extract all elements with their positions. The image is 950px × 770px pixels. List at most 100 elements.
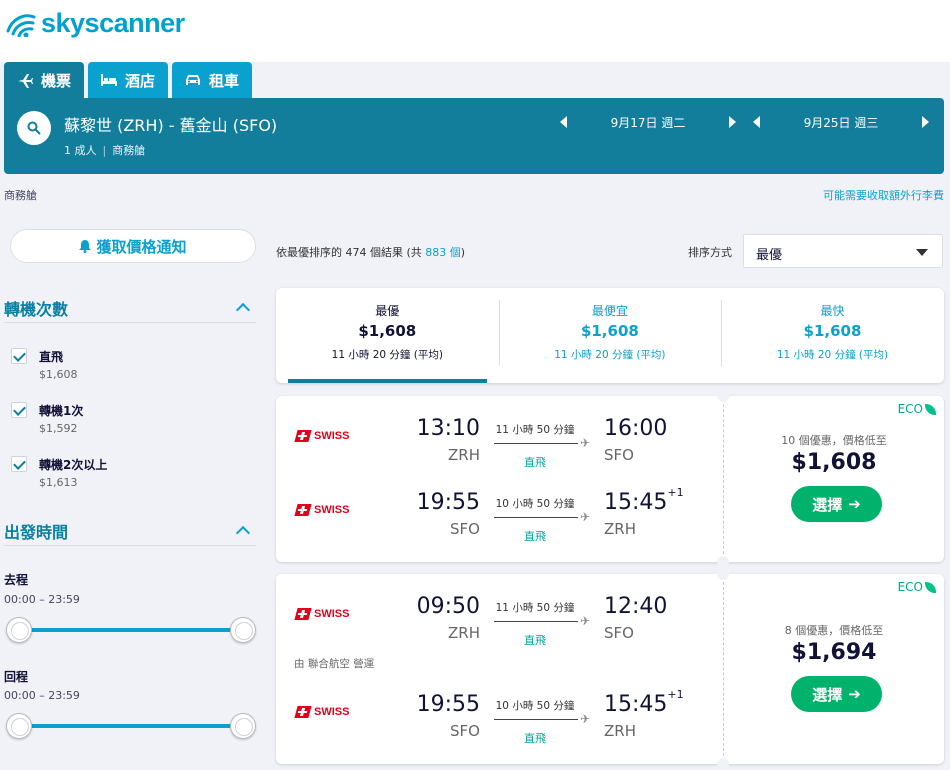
eco-label: ECO (897, 402, 923, 416)
return-next-arrow-icon[interactable] (921, 116, 929, 128)
return-time-slider[interactable] (6, 711, 256, 741)
return-prev-arrow-icon[interactable] (753, 116, 760, 128)
airline-logo: SWISS (294, 706, 350, 718)
slider-min-handle[interactable] (6, 617, 32, 643)
slider-min-handle[interactable] (6, 713, 32, 739)
passenger-cabin-info[interactable]: 1 成人 | 商務艙 (64, 142, 145, 158)
chevron-up-icon[interactable] (235, 525, 251, 541)
plane-icon: ✈ (580, 614, 591, 628)
stops-info: 直飛 (524, 732, 546, 745)
eco-badge: ECO (898, 402, 936, 416)
return-date[interactable]: 9月25日 週三 (804, 114, 879, 131)
sort-tab-price: $1,608 (580, 322, 639, 340)
bed-icon (101, 74, 118, 86)
stops-filter-title: 轉機次數 (4, 299, 69, 319)
flight-line (494, 719, 578, 720)
stop-price: $1,608 (39, 368, 78, 381)
product-tabs: 機票 酒店 租車 (4, 62, 256, 98)
tab-car-hire[interactable]: 租車 (172, 62, 253, 98)
departure-time: 19:55 (416, 692, 480, 717)
search-summary-bar: 蘇黎世 (ZRH) - 舊金山 (SFO) 1 成人 | 商務艙 9月17日 週二 … (4, 98, 944, 174)
sort-tab-price: $1,608 (358, 322, 417, 340)
search-button[interactable] (17, 111, 51, 145)
eco-badge: ECO (898, 580, 936, 594)
departure-time: 13:10 (416, 416, 480, 441)
swiss-flag-icon (294, 608, 312, 620)
operated-by-text: 由 聯合航空 營運 (294, 658, 375, 670)
departure-time: 09:50 (416, 594, 480, 619)
select-flight-button[interactable]: 選擇 ➔ (791, 486, 882, 522)
sort-tab-price: $1,608 (803, 322, 862, 340)
arrow-right-icon: ➔ (848, 685, 861, 703)
sort-tab-duration: 11 小時 20 分鐘 (平均) (554, 349, 666, 361)
flight-result-card[interactable]: SWISS 09:50 ZRH 11 小時 50 分鐘 ✈ 直飛 12:40 S… (276, 568, 944, 770)
skyscanner-logo[interactable]: skyscanner (4, 8, 185, 39)
outbound-time-slider[interactable] (6, 615, 256, 645)
sort-select[interactable]: 最優 (743, 234, 943, 268)
outbound-range: 00:00 – 23:59 (4, 593, 80, 606)
checkbox[interactable] (11, 402, 27, 418)
depart-date[interactable]: 9月17日 週二 (611, 114, 686, 131)
stop-label: 直飛 (39, 350, 64, 364)
select-label: 選擇 (812, 685, 843, 704)
day-offset: +1 (667, 486, 684, 499)
airline-name: SWISS (314, 706, 350, 718)
route-text[interactable]: 蘇黎世 (ZRH) - 舊金山 (SFO) (64, 112, 277, 136)
sort-tab-cheapest[interactable]: 最便宜 $1,608 11 小時 20 分鐘 (平均) (498, 288, 722, 383)
stop-label: 轉機1次 (39, 404, 84, 418)
tab-flights[interactable]: 機票 (4, 62, 85, 98)
brand-name: skyscanner (41, 8, 185, 38)
stop-price: $1,592 (39, 422, 78, 435)
select-label: 選擇 (812, 495, 843, 514)
depart-prev-arrow-icon[interactable] (560, 116, 567, 128)
price-alert-label: 獲取價格通知 (96, 237, 187, 256)
arrival-time: 12:40 (604, 594, 667, 619)
top-header: skyscanner (0, 0, 950, 62)
sort-tab-title: 最便宜 (591, 304, 628, 318)
flight-result-card[interactable]: SWISS 13:10 ZRH 11 小時 50 分鐘 ✈ 直飛 16:00 S… (276, 390, 944, 568)
leaf-icon (925, 581, 936, 593)
flight-duration: 11 小時 50 分鐘 (495, 424, 575, 436)
outbound-leg: SWISS 13:10 ZRH 11 小時 50 分鐘 ✈ 直飛 16:00 S… (276, 416, 716, 476)
baggage-fee-link[interactable]: 可能需要收取額外行李費 (823, 187, 944, 203)
result-total-link[interactable]: 883 個 (425, 246, 461, 259)
arrival-airport: SFO (604, 624, 634, 642)
ticket-notch (717, 556, 729, 568)
departure-time: 19:55 (416, 490, 480, 515)
plane-icon: ✈ (580, 510, 591, 524)
slider-max-handle[interactable] (230, 617, 256, 643)
arrow-right-icon: ➔ (848, 495, 861, 513)
select-flight-button[interactable]: 選擇 ➔ (791, 676, 882, 712)
departure-time-filter-header[interactable]: 出發時間 (4, 516, 256, 546)
return-leg: SWISS 19:55 SFO 10 小時 50 分鐘 ✈ 直飛 15:45+1… (276, 486, 716, 550)
sort-label: 排序方式 (688, 246, 732, 259)
depart-next-arrow-icon[interactable] (728, 116, 736, 128)
checkbox[interactable] (11, 348, 27, 364)
cloud-logo-icon (6, 13, 36, 37)
swiss-flag-icon (294, 504, 312, 516)
tab-hotels[interactable]: 酒店 (88, 62, 169, 98)
airline-name: SWISS (314, 608, 350, 620)
slider-max-handle[interactable] (230, 713, 256, 739)
departure-airport: ZRH (448, 446, 480, 464)
result-prefix: 依最優排序的 (276, 246, 342, 259)
chevron-up-icon[interactable] (235, 302, 251, 318)
ticket-notch (717, 390, 729, 402)
outbound-leg: SWISS 09:50 ZRH 11 小時 50 分鐘 ✈ 直飛 12:40 S… (276, 594, 716, 654)
sort-selected-value: 最優 (756, 248, 783, 263)
stops-filter-header[interactable]: 轉機次數 (4, 293, 256, 323)
arrival-time-value: 12:40 (604, 594, 668, 619)
sort-tab-fastest[interactable]: 最快 $1,608 11 小時 20 分鐘 (平均) (721, 288, 944, 383)
price-alert-button[interactable]: 獲取價格通知 (10, 229, 256, 263)
deals-count: 8 個優惠，價格低至 (784, 624, 884, 637)
checkbox[interactable] (11, 456, 27, 472)
slider-track (18, 724, 244, 728)
stop-price: $1,613 (39, 476, 78, 489)
active-tab-underline (288, 379, 487, 383)
sort-tab-best[interactable]: 最優 $1,608 11 小時 20 分鐘 (平均) (276, 288, 499, 383)
plane-icon (18, 74, 33, 88)
arrival-time: 15:45+1 (604, 688, 684, 717)
stops-info: 直飛 (524, 634, 546, 647)
stops-info: 直飛 (524, 530, 546, 543)
departure-airport: SFO (450, 520, 480, 538)
